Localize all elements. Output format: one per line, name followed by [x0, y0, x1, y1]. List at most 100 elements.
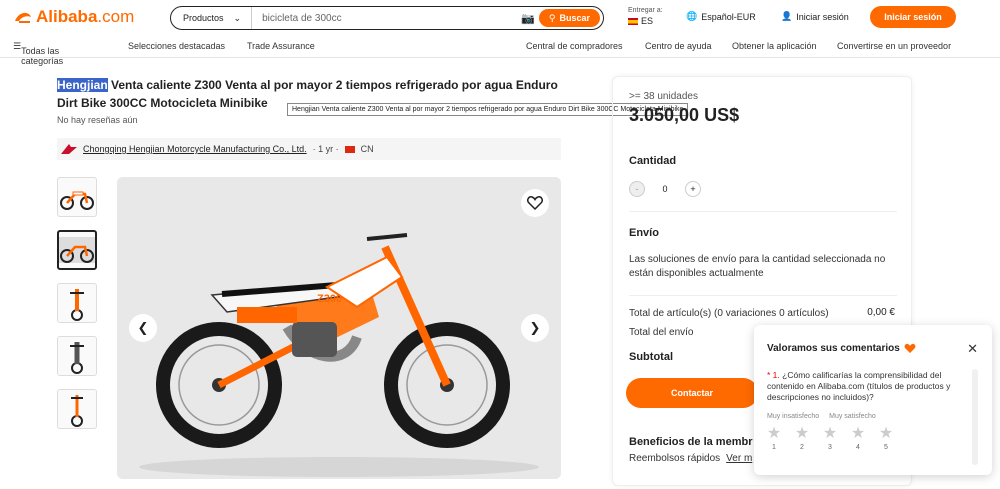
- logo-suffix: .com: [97, 7, 135, 26]
- search-bar: Productos ⌄ bicicleta de 300cc 📷 ⚲ Busca…: [170, 6, 604, 30]
- rating-scale-labels: Muy insatisfecho Muy satisfecho: [767, 413, 876, 420]
- search-category-select[interactable]: Productos ⌄: [171, 7, 253, 29]
- rating-number: 4: [856, 444, 860, 451]
- rating-number: 5: [884, 444, 888, 451]
- thumbnail-4[interactable]: [57, 336, 97, 376]
- benefits-label: Beneficios de la membr: [629, 436, 753, 448]
- close-icon[interactable]: ✕: [967, 341, 978, 357]
- chevron-left-icon: ❮: [137, 320, 149, 335]
- search-button[interactable]: ⚲ Buscar: [538, 9, 600, 27]
- camera-icon[interactable]: 📷: [517, 12, 539, 25]
- logo-text: Alibaba: [36, 7, 98, 26]
- min-units: >= 38 unidades: [629, 91, 698, 102]
- prev-image-button[interactable]: ❮: [129, 314, 157, 342]
- reviews-text[interactable]: No hay reseñas aún: [57, 115, 138, 125]
- shipping-text: Las soluciones de envío para la cantidad…: [629, 254, 886, 279]
- question-number: * 1.: [767, 370, 780, 380]
- user-icon: 👤: [781, 11, 793, 21]
- deliver-country: ES: [641, 16, 654, 26]
- china-flag-icon: [344, 145, 355, 153]
- contact-button[interactable]: Contactar: [626, 378, 758, 408]
- nav-trade-assurance[interactable]: Trade Assurance: [247, 41, 315, 51]
- thumbnail-5[interactable]: [57, 389, 97, 429]
- language-selector[interactable]: 🌐 Español-EUR: [686, 11, 756, 22]
- quantity-input[interactable]: 0: [645, 184, 685, 194]
- high-label: Muy satisfecho: [829, 413, 876, 420]
- low-label: Muy insatisfecho: [767, 413, 820, 420]
- alibaba-logo[interactable]: Alibaba .com: [13, 7, 134, 27]
- deliver-to-label: Entregar a:: [628, 7, 663, 14]
- nav-featured[interactable]: Selecciones destacadas: [128, 41, 225, 51]
- feedback-question: * 1. ¿Cómo calificarías la comprensibili…: [767, 370, 967, 403]
- see-more-link[interactable]: Ver m: [726, 453, 752, 464]
- quantity-stepper: - 0 +: [629, 181, 701, 197]
- star-rating-4[interactable]: ★ 4: [849, 425, 867, 452]
- title-highlight: Hengjian: [57, 78, 108, 92]
- supplier-bar: Chongqing Hengjian Motorcycle Manufactur…: [57, 138, 561, 160]
- dirt-bike-image: Z300: [117, 177, 561, 479]
- motorcycle-thumbnail-icon: [71, 395, 83, 427]
- thumbnail-1[interactable]: [57, 177, 97, 217]
- search-input[interactable]: bicicleta de 300cc: [252, 13, 517, 24]
- shipping-total-label: Total del envío: [629, 327, 694, 338]
- chevron-down-icon: ⌄: [233, 12, 242, 23]
- motorcycle-thumbnail-icon: [70, 342, 84, 374]
- thumbnail-2[interactable]: [57, 230, 97, 270]
- thumbnail-3[interactable]: [57, 283, 97, 323]
- favorite-heart-icon[interactable]: [521, 189, 549, 217]
- deliver-to[interactable]: Entregar a: ES: [628, 6, 663, 26]
- heart-icon: [527, 196, 543, 210]
- next-image-button[interactable]: ❯: [521, 314, 549, 342]
- star-rating-3[interactable]: ★ 3: [821, 425, 839, 452]
- supplier-logo-icon: [61, 144, 77, 154]
- rating-number: 3: [828, 444, 832, 451]
- motorcycle-thumbnail-icon: [60, 191, 94, 210]
- supplier-years: · 1 yr ·: [312, 144, 339, 154]
- divider: [629, 295, 897, 296]
- feedback-popup: Valoramos sus comentarios ✕ * 1. ¿Cómo c…: [754, 325, 992, 475]
- quantity-label: Cantidad: [629, 155, 677, 167]
- supplier-name[interactable]: Chongqing Hengjian Motorcycle Manufactur…: [83, 144, 307, 154]
- star-rating-5[interactable]: ★ 5: [877, 425, 895, 452]
- nav-buyer-central[interactable]: Central de compradores: [526, 41, 623, 51]
- feedback-title-text: Valoramos sus comentarios: [767, 343, 900, 354]
- search-category-label: Productos: [183, 13, 224, 23]
- rating-stars: ★ 1 ★ 2 ★ 3 ★ 4 ★ 5: [765, 425, 895, 452]
- language-label: Español-EUR: [701, 11, 756, 22]
- nav-all-categories[interactable]: ☰ Todas las categorías: [13, 41, 63, 66]
- feedback-scrollbar[interactable]: [972, 369, 978, 465]
- motorcycle-thumbnail-icon: [70, 289, 84, 321]
- spain-flag-icon: [628, 17, 638, 25]
- signin-button[interactable]: Iniciar sesión: [870, 6, 956, 28]
- nav-become-supplier[interactable]: Convertirse en un proveedor: [837, 41, 951, 51]
- nav-get-app[interactable]: Obtener la aplicación: [732, 41, 817, 51]
- thumbnail-list: [57, 177, 97, 442]
- feedback-title: Valoramos sus comentarios: [767, 343, 916, 354]
- login-link[interactable]: 👤 Iniciar sesión: [781, 11, 849, 22]
- svg-text:Z300: Z300: [317, 293, 342, 305]
- star-rating-1[interactable]: ★ 1: [765, 425, 783, 452]
- increase-quantity-button[interactable]: +: [685, 181, 701, 197]
- heart-icon: [904, 343, 916, 353]
- star-rating-2[interactable]: ★ 2: [793, 425, 811, 452]
- globe-icon: 🌐: [686, 11, 698, 21]
- main-nav: ☰ Todas las categorías Selecciones desta…: [0, 36, 1000, 66]
- nav-help-center[interactable]: Centro de ayuda: [645, 41, 712, 51]
- refunds-row: Reembolsos rápidos Ver m: [629, 453, 752, 464]
- divider: [629, 211, 897, 212]
- decrease-quantity-button[interactable]: -: [629, 181, 645, 197]
- top-bar: Alibaba .com Productos ⌄ bicicleta de 300…: [0, 0, 1000, 36]
- price: 3.050,00 US$: [629, 105, 740, 125]
- shipping-label: Envío: [629, 227, 659, 239]
- question-text: ¿Cómo calificarías la comprensibilidad d…: [767, 370, 951, 402]
- chevron-right-icon: ❯: [529, 320, 541, 335]
- subtotal-label: Subtotal: [629, 351, 673, 363]
- main-product-image[interactable]: Z300 ❮ ❯: [117, 177, 561, 479]
- supplier-country: CN: [360, 144, 374, 154]
- items-total-value: 0,00 €: [867, 307, 895, 318]
- search-icon: ⚲: [548, 12, 556, 23]
- alibaba-logo-icon: [15, 12, 31, 23]
- login-label: Iniciar sesión: [796, 11, 849, 22]
- rating-number: 2: [800, 444, 804, 451]
- rating-number: 1: [772, 444, 776, 451]
